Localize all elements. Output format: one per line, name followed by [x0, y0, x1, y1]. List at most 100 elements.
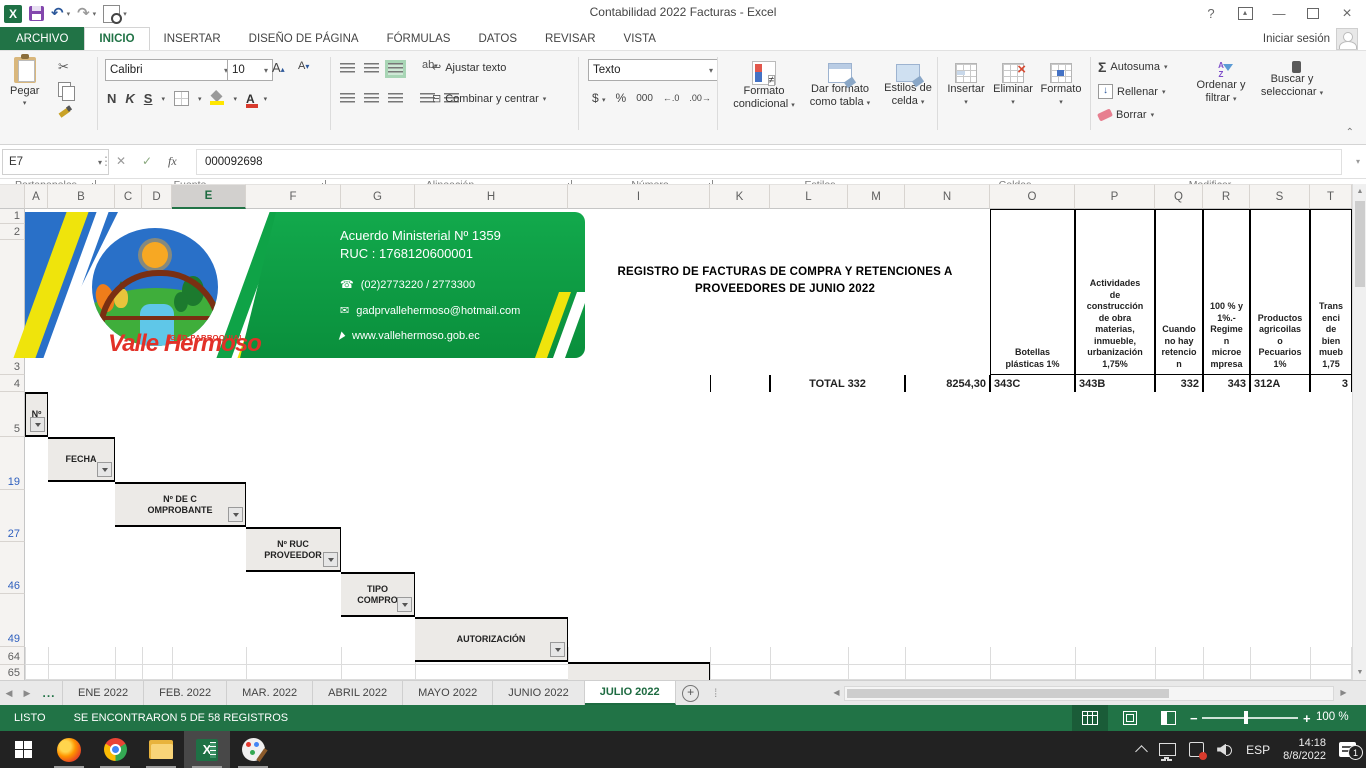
start-button[interactable] [0, 731, 46, 768]
row-header-5[interactable]: 5 [0, 392, 25, 437]
scroll-down-icon[interactable]: ▼ [1353, 665, 1366, 680]
hidden-icons-chevron[interactable] [1135, 745, 1148, 758]
column-header-Q[interactable]: Q [1155, 184, 1203, 209]
table-header-A: Nº [25, 392, 48, 437]
zoom-slider-track[interactable] [1202, 717, 1298, 719]
tax-code-O: 343C [990, 375, 1075, 392]
sheet-tab-mayo-2022[interactable]: MAYO 2022 [403, 681, 493, 705]
column-header-H[interactable]: H [415, 184, 568, 209]
taskbar-excel[interactable]: X [184, 731, 230, 768]
taskbar-chrome[interactable] [92, 731, 138, 768]
column-header-T[interactable]: T [1310, 184, 1352, 209]
row-header-1[interactable]: 1 [0, 209, 25, 224]
mail-icon: ✉ [340, 304, 349, 317]
excel-icon: X [196, 739, 218, 761]
horizontal-scrollbar[interactable]: ◀ ▶ [830, 683, 1350, 702]
row-header-2[interactable]: 2 [0, 224, 25, 240]
column-header-E[interactable]: E [172, 184, 246, 209]
filter-dropdown-button[interactable] [323, 552, 338, 567]
zoom-out-icon[interactable]: − [1190, 711, 1198, 726]
taskbar-file-explorer[interactable] [138, 731, 184, 768]
row-header-64[interactable]: 64 [0, 647, 25, 665]
filter-dropdown-button[interactable] [228, 507, 243, 522]
firefox-icon [57, 738, 81, 762]
excel-window: X ↶▾ ↷▾ ▾ Contabilidad 2022 Facturas - E… [0, 0, 1366, 768]
tab-splitter-icon[interactable]: ⁞ [706, 681, 726, 705]
row-header-4[interactable]: 4 [0, 375, 25, 392]
filter-dropdown-button[interactable] [97, 462, 112, 477]
tax-code-R: 343 [1203, 375, 1250, 392]
banner-acuerdo: Acuerdo Ministerial Nº 1359 [340, 228, 501, 243]
filter-dropdown-button[interactable] [397, 597, 412, 612]
tabs-scroll-right-icon[interactable]: ▶ [18, 681, 36, 705]
row-header-46[interactable]: 46 [0, 542, 25, 594]
sheet-tab-junio-2022[interactable]: JUNIO 2022 [493, 681, 585, 705]
vertical-scrollbar[interactable]: ▲ ▼ [1352, 184, 1366, 680]
column-header-O[interactable]: O [990, 184, 1075, 209]
notifications-icon[interactable]: 1 [1339, 742, 1356, 757]
tax-header-P: Actividadesdeconstrucciónde obramaterias… [1075, 209, 1155, 375]
sun-icon [142, 242, 168, 268]
column-header-M[interactable]: M [848, 184, 905, 209]
column-header-K[interactable]: K [710, 184, 770, 209]
windows-icon [15, 741, 32, 758]
language-indicator[interactable]: ESP [1246, 743, 1270, 757]
cursor-icon [339, 331, 347, 341]
column-header-I[interactable]: I [568, 184, 710, 209]
column-header-B[interactable]: B [48, 184, 115, 209]
column-header-G[interactable]: G [341, 184, 415, 209]
column-header-L[interactable]: L [770, 184, 848, 209]
page-layout-view-icon[interactable] [1112, 705, 1148, 731]
column-header-P[interactable]: P [1075, 184, 1155, 209]
action-center-icon[interactable] [1189, 742, 1204, 757]
row-header-27[interactable]: 27 [0, 490, 25, 542]
taskbar-paint[interactable] [230, 731, 276, 768]
tax-header-R: 100 % y1%.-Regimenmicroempresa [1203, 209, 1250, 375]
normal-view-icon[interactable] [1072, 705, 1108, 731]
column-header-S[interactable]: S [1250, 184, 1310, 209]
tax-code-S: 312A [1250, 375, 1310, 392]
sheet-tab-feb-2022[interactable]: FEB. 2022 [144, 681, 227, 705]
banner-phone: (02)2773220 / 2773300 [361, 279, 475, 291]
table-header-F: Nº RUCPROVEEDOR [246, 527, 341, 572]
tabs-more-icon[interactable]: ... [36, 681, 62, 705]
hscroll-right-icon[interactable]: ▶ [1337, 686, 1350, 699]
column-header-C[interactable]: C [115, 184, 142, 209]
sheet-tab-ene-2022[interactable]: ENE 2022 [62, 681, 144, 705]
row-header-65[interactable]: 65 [0, 665, 25, 681]
select-all-corner[interactable] [0, 184, 25, 209]
column-header-F[interactable]: F [246, 184, 341, 209]
phone-icon: ☎ [340, 278, 354, 291]
add-sheet-button[interactable]: + [676, 681, 706, 705]
hscroll-left-icon[interactable]: ◀ [830, 686, 843, 699]
sheet-tab-julio-2022[interactable]: JULIO 2022 [585, 681, 676, 705]
table-header-H: AUTORIZACIÓN [415, 617, 568, 662]
filter-dropdown-button[interactable] [550, 642, 565, 657]
bridge-arc [98, 270, 220, 332]
status-mode: LISTO [14, 712, 46, 724]
tabs-scroll-left-icon[interactable]: ◀ [0, 681, 18, 705]
vertical-scroll-thumb[interactable] [1355, 201, 1365, 287]
column-header-D[interactable]: D [142, 184, 172, 209]
zoom-in-icon[interactable]: + [1303, 711, 1311, 726]
column-header-A[interactable]: A [25, 184, 48, 209]
network-icon[interactable] [1159, 743, 1176, 756]
taskbar: X ESP 14:18 8/8/2022 1 [0, 731, 1366, 768]
taskbar-firefox[interactable] [46, 731, 92, 768]
paint-icon [242, 738, 265, 761]
column-header-N[interactable]: N [905, 184, 990, 209]
row-header-19[interactable]: 19 [0, 437, 25, 490]
sheet-tab-mar-2022[interactable]: MAR. 2022 [227, 681, 313, 705]
scroll-up-icon[interactable]: ▲ [1353, 184, 1366, 199]
sheet-tab-abril-2022[interactable]: ABRIL 2022 [313, 681, 403, 705]
row-header-49[interactable]: 49 [0, 594, 25, 647]
column-header-R[interactable]: R [1203, 184, 1250, 209]
clock[interactable]: 14:18 8/8/2022 [1283, 737, 1326, 763]
filter-dropdown-button[interactable] [30, 417, 45, 432]
page-break-view-icon[interactable] [1150, 705, 1186, 731]
notification-badge: 1 [1348, 745, 1363, 760]
zoom-percent[interactable]: 100 % [1316, 711, 1349, 723]
volume-icon[interactable] [1217, 744, 1233, 756]
zoom-slider-thumb[interactable] [1244, 711, 1248, 724]
horizontal-scroll-thumb[interactable] [847, 689, 1169, 698]
